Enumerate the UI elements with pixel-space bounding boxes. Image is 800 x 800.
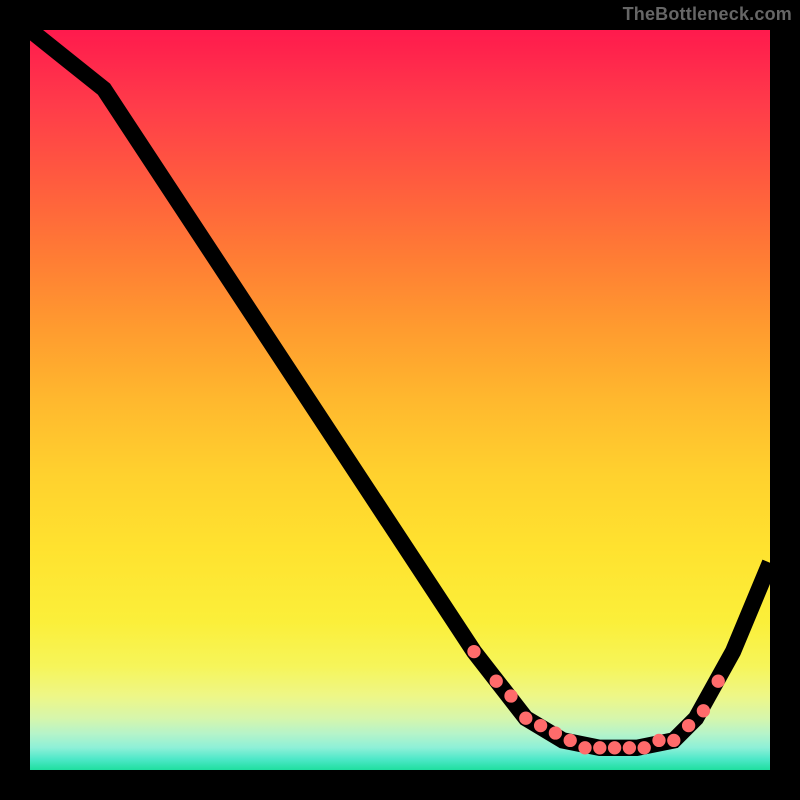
curve-marker: [697, 704, 710, 717]
watermark-text: TheBottleneck.com: [623, 4, 792, 25]
curve-marker: [534, 719, 547, 732]
curve-marker: [638, 741, 651, 754]
curve-marker: [682, 719, 695, 732]
curve-marker: [490, 675, 503, 688]
curve-marker: [467, 645, 480, 658]
curve-marker: [564, 734, 577, 747]
curve-line: [30, 30, 770, 748]
curve-marker: [623, 741, 636, 754]
curve-marker: [667, 734, 680, 747]
curve-marker: [712, 675, 725, 688]
curve-marker: [652, 734, 665, 747]
curve-marker: [504, 689, 517, 702]
curve-marker: [549, 726, 562, 739]
chart-frame: TheBottleneck.com: [0, 0, 800, 800]
plot-area: [30, 30, 770, 770]
curve-marker: [519, 712, 532, 725]
curve-marker: [578, 741, 591, 754]
chart-svg: [30, 30, 770, 770]
curve-marker: [608, 741, 621, 754]
curve-marker: [593, 741, 606, 754]
